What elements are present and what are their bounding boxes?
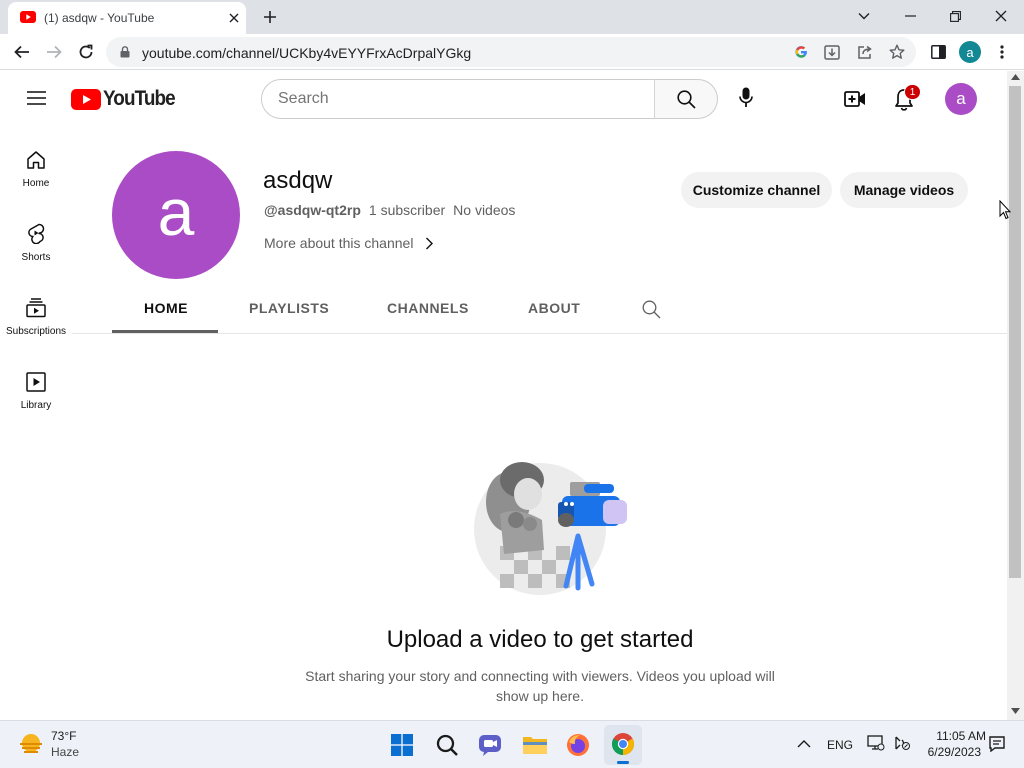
notification-center-icon[interactable]	[989, 736, 1005, 752]
chevron-right-icon	[425, 237, 434, 250]
share-icon[interactable]	[857, 45, 873, 60]
chrome-taskbar-button[interactable]	[604, 725, 642, 765]
search-box[interactable]	[261, 79, 655, 119]
youtube-logo[interactable]: YouTube	[71, 87, 183, 110]
hamburger-menu-icon[interactable]	[24, 88, 48, 108]
new-tab-icon[interactable]	[260, 8, 280, 26]
empty-state-description-line-1: Start sharing your story and connecting …	[305, 668, 775, 684]
chrome-icon	[611, 732, 635, 756]
tab-home[interactable]: HOME	[144, 300, 188, 316]
video-count: No videos	[453, 202, 516, 218]
channel-avatar-initial: a	[157, 175, 195, 249]
channel-avatar[interactable]: a	[112, 151, 240, 279]
more-about-channel-link[interactable]: More about this channel	[264, 234, 434, 252]
scrollbar-thumb[interactable]	[1009, 86, 1021, 578]
forward-arrow-icon[interactable]	[44, 43, 64, 61]
bookmark-star-icon[interactable]	[889, 44, 905, 60]
subscriber-count: 1 subscriber	[368, 202, 446, 218]
empty-state-description-line-2: show up here.	[496, 688, 584, 704]
browser-toolbar: youtube.com/channel/UCKby4vEYYFrxAcDrpal…	[0, 34, 1024, 70]
browser-tab-strip: (1) asdqw - YouTube	[0, 0, 1024, 34]
guide-item-subscriptions[interactable]: Subscriptions	[0, 294, 72, 368]
notification-count-badge: 1	[904, 84, 921, 100]
search-icon	[676, 89, 696, 109]
tab-search-chevron-icon[interactable]	[854, 7, 874, 25]
subscriptions-icon	[26, 298, 46, 318]
weather-temp[interactable]: 73°F	[51, 729, 76, 743]
back-arrow-icon[interactable]	[12, 43, 32, 61]
channel-name: asdqw	[263, 167, 333, 194]
microphone-icon[interactable]	[734, 86, 758, 110]
browser-profile-avatar[interactable]: a	[959, 41, 981, 63]
tab-about[interactable]: ABOUT	[528, 300, 580, 316]
weather-desc[interactable]: Haze	[51, 745, 79, 759]
tabs-divider	[72, 333, 1007, 334]
input-language[interactable]: ENG	[827, 738, 853, 752]
reload-icon[interactable]	[76, 43, 96, 61]
library-icon	[26, 372, 46, 392]
channel-search-icon[interactable]	[642, 300, 661, 319]
home-icon	[26, 150, 46, 170]
browser-tab[interactable]: (1) asdqw - YouTube	[8, 2, 246, 34]
guide-item-shorts[interactable]: Shorts	[0, 220, 72, 294]
teams-chat-icon[interactable]	[478, 734, 502, 756]
lock-icon[interactable]	[120, 46, 130, 58]
channel-meta: @asdqw-qt2rp 1 subscriber No videos	[264, 202, 515, 218]
empty-state-description: Start sharing your story and connecting …	[240, 666, 840, 706]
shorts-icon	[26, 222, 46, 244]
windows-taskbar: 73°F Haze ENG 11:05 AM 6/29/2023	[0, 720, 1024, 768]
customize-channel-button[interactable]: Customize channel	[681, 172, 832, 208]
search-input[interactable]	[278, 89, 638, 109]
url-text[interactable]: youtube.com/channel/UCKby4vEYYFrxAcDrpal…	[142, 45, 471, 61]
clock-date[interactable]: 6/29/2023	[921, 745, 981, 759]
network-disconnected-icon[interactable]	[893, 735, 911, 751]
kebab-menu-icon[interactable]	[994, 43, 1010, 61]
weather-haze-icon[interactable]	[18, 732, 44, 758]
manage-videos-button[interactable]: Manage videos	[840, 172, 968, 208]
close-window-icon[interactable]	[991, 7, 1011, 25]
mouse-cursor-icon	[999, 200, 1011, 220]
channel-handle: @asdqw-qt2rp	[264, 202, 361, 218]
taskbar-search-icon[interactable]	[436, 734, 458, 756]
empty-state-title: Upload a video to get started	[386, 626, 694, 653]
guide-label-shorts: Shorts	[21, 252, 51, 263]
scroll-down-arrow-icon[interactable]	[1011, 708, 1020, 714]
firefox-icon[interactable]	[566, 733, 590, 757]
guide-item-home[interactable]: Home	[0, 146, 72, 220]
restore-window-icon[interactable]	[945, 7, 965, 25]
side-panel-icon[interactable]	[928, 43, 948, 61]
active-app-indicator	[617, 761, 629, 764]
tab-title: (1) asdqw - YouTube	[44, 11, 155, 25]
google-lens-icon[interactable]	[794, 45, 808, 59]
notifications-bell-icon[interactable]: 1	[891, 84, 921, 112]
guide-label-library: Library	[20, 400, 52, 411]
create-video-icon[interactable]	[842, 86, 868, 112]
show-hidden-icons-chevron-icon[interactable]	[797, 739, 811, 748]
address-bar[interactable]: youtube.com/channel/UCKby4vEYYFrxAcDrpal…	[106, 37, 916, 67]
search-button[interactable]	[654, 79, 718, 119]
scroll-up-arrow-icon[interactable]	[1011, 74, 1020, 80]
close-tab-icon[interactable]	[226, 10, 242, 26]
guide-label-home: Home	[22, 178, 50, 189]
more-about-label: More about this channel	[264, 235, 414, 251]
youtube-play-logo-icon	[71, 88, 101, 110]
display-icon[interactable]	[867, 735, 885, 751]
upload-illustration	[470, 454, 630, 600]
youtube-favicon-icon	[20, 11, 36, 23]
windows-start-icon[interactable]	[391, 734, 413, 756]
tab-channels[interactable]: CHANNELS	[387, 300, 469, 316]
minimize-window-icon[interactable]	[900, 7, 920, 25]
tab-playlists[interactable]: PLAYLISTS	[249, 300, 329, 316]
clock-time[interactable]: 11:05 AM	[926, 729, 986, 743]
guide-item-library[interactable]: Library	[0, 368, 72, 442]
youtube-logo-text: YouTube	[103, 87, 176, 110]
guide-label-subscriptions: Subscriptions	[5, 326, 67, 337]
install-app-icon[interactable]	[824, 45, 840, 60]
file-explorer-icon[interactable]	[522, 734, 548, 756]
account-avatar[interactable]: a	[945, 83, 977, 115]
